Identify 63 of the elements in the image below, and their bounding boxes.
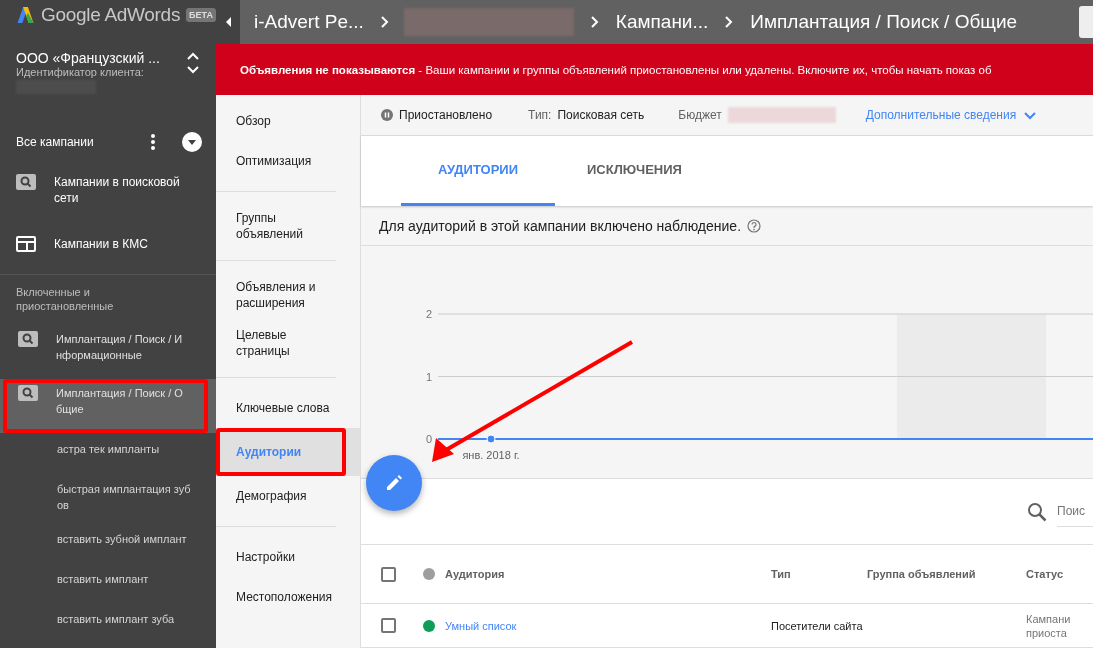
account-name: ООО «Французский ... <box>16 50 161 66</box>
search-icon <box>16 174 36 190</box>
dropdown-icon[interactable] <box>182 132 202 152</box>
campaign-item[interactable]: Имплантация / Поиск / Информационные <box>0 325 216 379</box>
campaign-type-link[interactable]: Кампании в КМС <box>54 236 148 252</box>
campaign-item[interactable]: Имплантация / Поиск / Общие <box>0 379 216 433</box>
axis-tick-label: 0 <box>425 433 432 445</box>
nav-item[interactable]: Обзор <box>216 101 360 141</box>
type-label: Тип: <box>528 108 552 123</box>
budget-label: Бюджет <box>678 108 722 123</box>
edit-button[interactable] <box>366 455 422 511</box>
account-id-label: Идентификатор клиента: <box>16 66 145 78</box>
ad-group-item[interactable]: вставить имплант <box>0 563 216 603</box>
nav-item[interactable]: Ключевые слова <box>216 388 360 428</box>
breadcrumb[interactable]: Имплантация / Поиск / Общие <box>736 11 1030 33</box>
column-header[interactable]: Статус <box>1026 568 1074 580</box>
search-icon <box>1027 501 1047 522</box>
notice-text: Для аудиторий в этой кампании включено наблюдение. <box>379 217 742 234</box>
display-icon <box>16 236 36 252</box>
data-point <box>486 434 496 444</box>
tab[interactable]: ИСКЛЮЧЕНИЯ <box>555 136 714 207</box>
all-campaigns-label[interactable]: Все кампании <box>16 135 150 149</box>
column-header[interactable]: Группа объявлений <box>867 568 1026 580</box>
section-title: Включенные и приостановленные <box>15 285 115 314</box>
search-icon <box>18 385 38 401</box>
row-checkbox[interactable] <box>381 618 396 633</box>
type-value: Поисковая сеть <box>557 108 645 123</box>
nav-item[interactable]: Местоположения <box>216 577 360 617</box>
nav-item[interactable]: Целевые страницы <box>216 319 360 367</box>
select-all-checkbox[interactable] <box>381 566 396 582</box>
nav-item[interactable]: Объявления и расширения <box>216 271 360 319</box>
column-header[interactable]: Тип <box>771 568 867 580</box>
status-value: Приостановлено <box>399 108 493 123</box>
tab[interactable]: АУДИТОРИИ <box>401 136 555 207</box>
column-header[interactable]: Аудитория <box>445 568 771 580</box>
breadcrumb[interactable]: Кампани... <box>601 11 721 33</box>
pause-icon <box>381 109 393 122</box>
table-cell-text: Кампани приоста <box>1026 611 1072 640</box>
nav-item[interactable]: Группы объявлений <box>216 202 360 250</box>
breadcrumb[interactable]: i-Advert Pe... <box>240 11 376 33</box>
ad-group-item[interactable]: быстрая имплантация зубов <box>0 473 216 523</box>
campaign-type-link[interactable]: Кампании в поисковой сети <box>54 174 200 206</box>
expand-collapse-icon[interactable] <box>186 50 200 76</box>
ad-group-item[interactable]: вставить зубной имплант <box>0 523 216 563</box>
table-cell-text: Посетители сайта <box>771 618 864 633</box>
audience-link[interactable]: Умный список <box>445 618 771 633</box>
more-icon[interactable] <box>150 133 156 151</box>
help-icon[interactable] <box>747 218 762 233</box>
axis-label: янв. 2018 г. <box>462 449 520 461</box>
nav-item[interactable]: Настройки <box>216 537 360 577</box>
back-button[interactable] <box>216 0 240 44</box>
nav-item[interactable]: Оптимизация <box>216 141 360 181</box>
ad-group-item[interactable]: вставить имплант зуба <box>0 603 216 643</box>
beta-badge: БЕТА <box>186 8 216 22</box>
logo-text: Google AdWords <box>41 4 181 26</box>
axis-tick-label: 2 <box>425 308 432 320</box>
nav-item[interactable]: Демография <box>216 476 360 516</box>
ad-group-item[interactable]: астра тек импланты <box>0 433 216 473</box>
axis-tick-label: 1 <box>425 370 432 383</box>
status-dot <box>423 568 435 580</box>
search-icon <box>18 331 38 347</box>
pencil-icon <box>385 474 403 492</box>
alert-text: Объявления не показываются - Ваши кампании и группы объявлений приостановлены или удалены. Включите их, чтобы начать показ об <box>240 63 992 76</box>
